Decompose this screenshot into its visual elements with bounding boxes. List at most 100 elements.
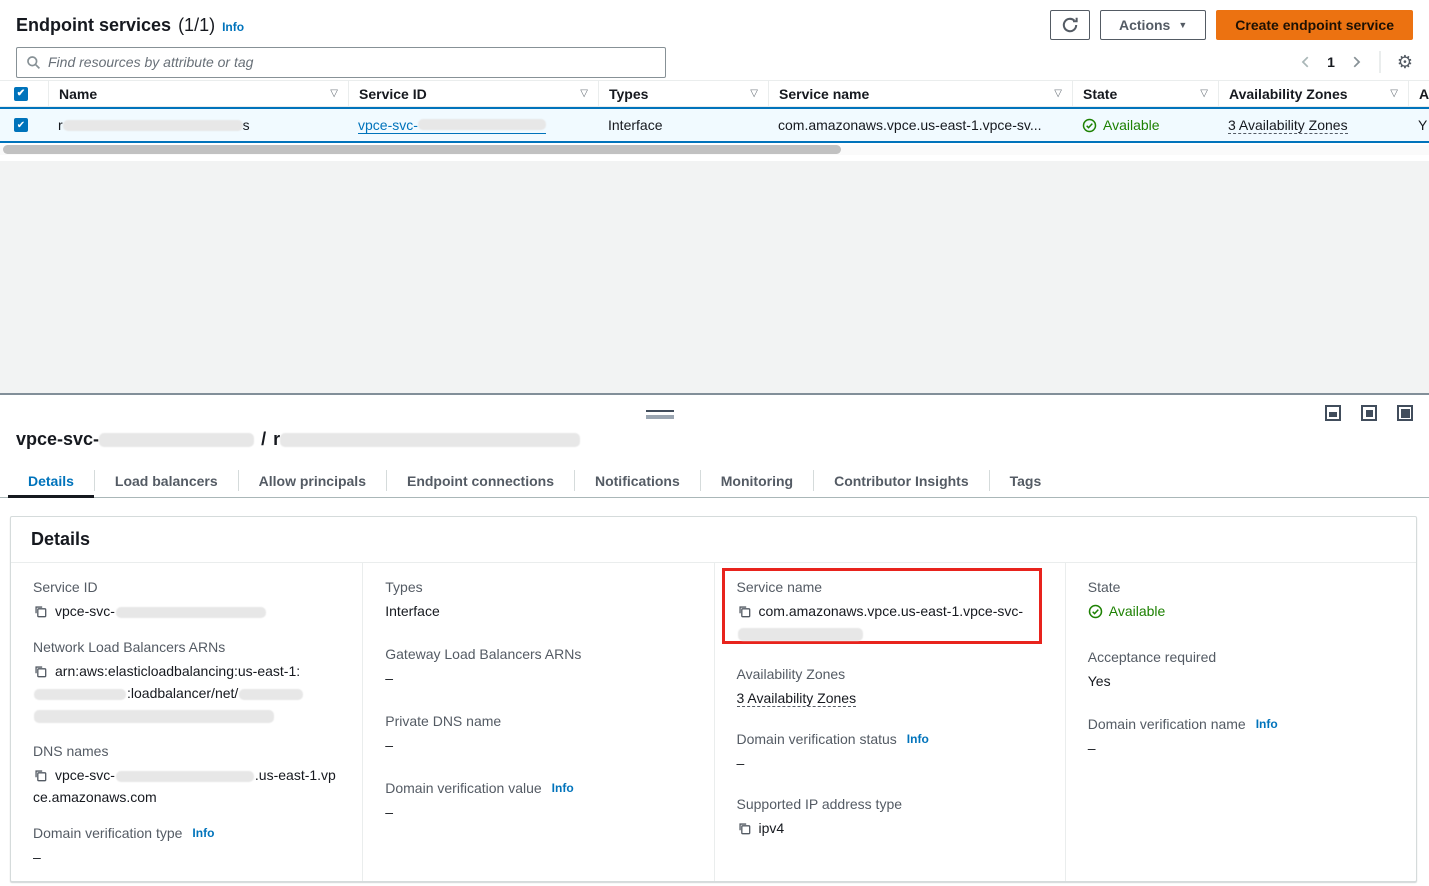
cell-name: rs	[48, 109, 348, 141]
redacted-text	[116, 607, 266, 618]
panel-size-small-icon[interactable]	[1325, 405, 1341, 421]
info-link[interactable]: Info	[1256, 717, 1278, 731]
info-link[interactable]: Info	[192, 826, 214, 840]
tab-load-balancers[interactable]: Load balancers	[95, 464, 238, 497]
glb-arns-value: –	[385, 667, 691, 689]
details-column-4: State Available Acceptance required Yes …	[1065, 563, 1416, 881]
copy-icon[interactable]	[33, 768, 47, 782]
table-header: ✔ Name▽ Service ID▽ Types▽ Service name▽…	[0, 80, 1429, 107]
redacted-text	[738, 628, 863, 641]
sort-icon[interactable]: ▽	[580, 88, 588, 99]
divider	[1379, 51, 1381, 73]
copy-icon[interactable]	[33, 604, 47, 618]
column-header-types[interactable]: Types▽	[598, 81, 768, 106]
previous-page-button[interactable]	[1299, 55, 1313, 69]
status-badge: Available	[1082, 117, 1160, 133]
tab-monitoring[interactable]: Monitoring	[701, 464, 813, 497]
types-value: Interface	[385, 600, 691, 622]
status-badge: Available	[1088, 600, 1166, 622]
sort-icon[interactable]: ▽	[1200, 88, 1208, 99]
page-header: Endpoint services (1/1) Info Actions ▼ C…	[0, 0, 1429, 44]
page-title: Endpoint services	[16, 15, 171, 36]
info-link[interactable]: Info	[552, 781, 574, 795]
service-id-label: Service ID	[33, 579, 340, 595]
panel-layout-controls	[1325, 405, 1413, 421]
select-all-checkbox[interactable]: ✔	[14, 87, 28, 101]
tab-bar: Details Load balancers Allow principals …	[0, 464, 1429, 498]
details-column-1: Service ID vpce-svc- Network Load Balanc…	[11, 563, 362, 881]
availability-zones-popover-link[interactable]: 3 Availability Zones	[737, 690, 857, 707]
tab-allow-principals[interactable]: Allow principals	[239, 464, 386, 497]
redacted-text	[34, 710, 274, 723]
detail-split-panel: vpce-svc- / r Details Load balancers All…	[0, 393, 1429, 886]
tab-tags[interactable]: Tags	[990, 464, 1062, 497]
refresh-button[interactable]	[1050, 10, 1090, 40]
column-header-clipped[interactable]: A	[1408, 81, 1429, 106]
table-row[interactable]: ✔ rs vpce-svc- Interface com.amazonaws.v…	[0, 107, 1429, 143]
sort-icon[interactable]: ▽	[1390, 88, 1398, 99]
column-header-service-name[interactable]: Service name▽	[768, 81, 1072, 106]
split-panel-drag-handle[interactable]	[646, 410, 674, 419]
redacted-text	[239, 689, 303, 700]
current-page[interactable]: 1	[1325, 54, 1337, 70]
service-name-label: Service name	[737, 579, 1043, 595]
domain-verification-status-label: Domain verification status	[737, 731, 897, 747]
types-label: Types	[385, 579, 691, 595]
cell-clipped: Y	[1408, 109, 1429, 141]
info-link[interactable]: Info	[907, 732, 929, 746]
info-link[interactable]: Info	[222, 20, 244, 34]
settings-gear-icon[interactable]: ⚙	[1397, 53, 1413, 71]
column-header-availability-zones[interactable]: Availability Zones▽	[1218, 81, 1408, 106]
column-header-service-id[interactable]: Service ID▽	[348, 81, 598, 106]
panel-size-large-icon[interactable]	[1397, 405, 1413, 421]
scrollbar-thumb[interactable]	[3, 145, 841, 154]
dns-names-value: vpce-svc-.us-east-1.vpce.amazonaws.com	[33, 764, 340, 808]
acceptance-required-label: Acceptance required	[1088, 649, 1394, 665]
actions-button[interactable]: Actions ▼	[1100, 10, 1206, 40]
domain-verification-value-label: Domain verification value	[385, 780, 541, 796]
service-id-link[interactable]: vpce-svc-	[358, 117, 546, 134]
list-toolbar: 1 ⚙	[0, 44, 1429, 80]
copy-icon[interactable]	[737, 604, 751, 618]
column-header-state[interactable]: State▽	[1072, 81, 1218, 106]
redacted-text	[280, 433, 580, 447]
chevron-left-icon	[1299, 55, 1313, 69]
sort-icon[interactable]: ▽	[1054, 88, 1062, 99]
glb-arns-label: Gateway Load Balancers ARNs	[385, 646, 691, 662]
details-column-2: Types Interface Gateway Load Balancers A…	[362, 563, 713, 881]
next-page-button[interactable]	[1349, 55, 1363, 69]
nlb-arns-value: arn:aws:elasticloadbalancing:us-east-1::…	[33, 660, 340, 726]
sort-icon[interactable]: ▽	[330, 88, 338, 99]
tab-details[interactable]: Details	[8, 464, 94, 497]
tab-endpoint-connections[interactable]: Endpoint connections	[387, 464, 574, 497]
domain-verification-name-label: Domain verification name	[1088, 716, 1246, 732]
tab-notifications[interactable]: Notifications	[575, 464, 700, 497]
domain-verification-value-value: –	[385, 801, 691, 823]
search-icon	[26, 55, 41, 70]
row-checkbox[interactable]: ✔	[14, 118, 28, 132]
private-dns-name-value: –	[385, 734, 691, 756]
availability-zones-popover-link[interactable]: 3 Availability Zones	[1228, 117, 1348, 134]
service-name-value: com.amazonaws.vpce.us-east-1.vpce-svc-	[737, 600, 1043, 644]
horizontal-scrollbar	[0, 145, 1429, 155]
resource-count: (1/1)	[178, 15, 215, 36]
search-input[interactable]	[48, 54, 656, 70]
cell-types: Interface	[598, 109, 768, 141]
dns-names-label: DNS names	[33, 743, 340, 759]
panel-size-medium-icon[interactable]	[1361, 405, 1377, 421]
redacted-text	[116, 771, 254, 782]
copy-icon[interactable]	[33, 664, 47, 678]
sort-icon[interactable]: ▽	[750, 88, 758, 99]
copy-icon[interactable]	[737, 821, 751, 835]
endpoint-services-section: Endpoint services (1/1) Info Actions ▼ C…	[0, 0, 1429, 161]
domain-verification-type-label: Domain verification type	[33, 825, 182, 841]
tab-contributor-insights[interactable]: Contributor Insights	[814, 464, 989, 497]
search-box[interactable]	[16, 47, 666, 78]
redacted-text	[99, 433, 254, 447]
create-endpoint-service-button[interactable]: Create endpoint service	[1216, 10, 1413, 40]
column-header-name[interactable]: Name▽	[48, 81, 348, 106]
panel-title: vpce-svc- / r	[16, 429, 580, 450]
nlb-arns-label: Network Load Balancers ARNs	[33, 639, 340, 655]
redacted-text	[34, 689, 126, 700]
supported-ip-type-label: Supported IP address type	[737, 796, 1043, 812]
